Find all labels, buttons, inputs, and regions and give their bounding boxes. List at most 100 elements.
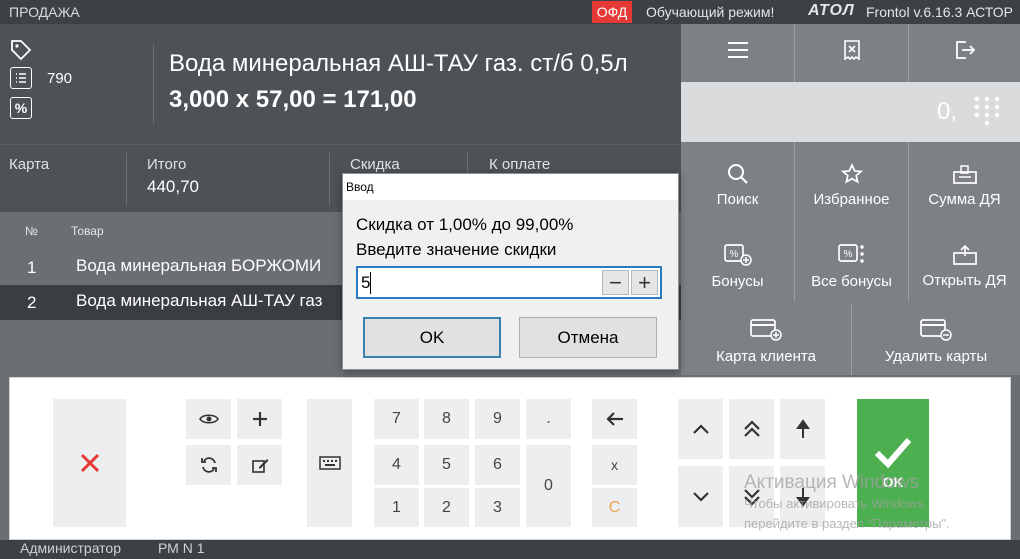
- client-card-button[interactable]: Карта клиента: [681, 310, 851, 372]
- dot-key[interactable]: .: [526, 399, 571, 439]
- function-panel: 0, Поиск Избранное Сумма ДЯ % Бонусы % В…: [681, 24, 1020, 375]
- delete-cards-label: Удалить карты: [884, 347, 988, 365]
- multiply-key[interactable]: x: [592, 445, 637, 485]
- pay-label: К оплате: [489, 156, 551, 173]
- version-label: Frontol v.6.16.3 АСТОР: [866, 4, 1013, 20]
- row-item-name: Вода минеральная АШ-ТАУ газ: [76, 291, 323, 310]
- add-card-icon: [750, 318, 782, 341]
- mode-label: ПРОДАЖА: [9, 4, 80, 20]
- star-icon: [840, 162, 863, 184]
- bonus-percent-icon: %: [723, 243, 752, 266]
- backspace-key[interactable]: [592, 399, 637, 439]
- sum-dya-button[interactable]: Сумма ДЯ: [909, 148, 1020, 222]
- remove-card-icon: [920, 318, 952, 341]
- up-key[interactable]: [678, 399, 723, 459]
- card-label: Карта: [9, 156, 50, 173]
- windows-activation-watermark: Активация Windows Чтобы активировать Win…: [744, 472, 950, 534]
- text-caret: [370, 272, 371, 294]
- digit-7-key[interactable]: 7: [374, 399, 419, 439]
- cancel-receipt-button[interactable]: [795, 24, 908, 82]
- discount-input[interactable]: 5 − +: [356, 266, 662, 299]
- terminal-label: РМ N 1: [158, 540, 205, 556]
- digit-2-key[interactable]: 2: [424, 488, 469, 527]
- divider: [153, 44, 154, 124]
- chevron-up-icon: [692, 424, 709, 434]
- logout-button[interactable]: [909, 24, 1020, 82]
- numpad-icon[interactable]: [973, 95, 1001, 132]
- favorites-label: Избранное: [813, 190, 890, 208]
- column-header-item: Товар: [71, 224, 104, 238]
- search-label: Поиск: [716, 190, 759, 208]
- dialog-range-text: Скидка от 1,00% до 99,00%: [356, 215, 574, 234]
- chevron-down-icon: [692, 491, 709, 502]
- digit-0-key[interactable]: 0: [526, 445, 571, 527]
- bottom-status-bar: Администратор РМ N 1: [0, 540, 1020, 559]
- refresh-key[interactable]: [186, 445, 231, 485]
- discount-label: Скидка: [350, 156, 400, 173]
- dialog-ok-button[interactable]: OK: [363, 317, 501, 358]
- page-up-key[interactable]: [729, 399, 774, 459]
- client-card-label: Карта клиента: [716, 347, 816, 365]
- open-dya-label: Открыть ДЯ: [922, 271, 1007, 289]
- dialog-cancel-button[interactable]: Отмена: [519, 317, 657, 358]
- top-key[interactable]: [780, 399, 825, 459]
- bonuses-button[interactable]: % Бонусы: [681, 230, 794, 302]
- watermark-title: Активация Windows: [744, 472, 920, 493]
- bonuses-label: Бонусы: [711, 272, 764, 290]
- menu-button[interactable]: [681, 24, 794, 82]
- double-chevron-up-icon: [743, 420, 760, 437]
- input-dialog: Ввод Скидка от 1,00% до 99,00% Введите з…: [342, 173, 679, 370]
- top-status-bar: ПРОДАЖА ОФД Обучающий режим! АТОЛ Fronto…: [0, 0, 1020, 24]
- cash-drawer-icon: [952, 164, 977, 184]
- refresh-icon: [200, 457, 217, 473]
- delete-cards-button[interactable]: Удалить карты: [852, 310, 1020, 372]
- digit-9-key[interactable]: 9: [475, 399, 520, 439]
- digit-3-key[interactable]: 3: [475, 488, 520, 527]
- digit-4-key[interactable]: 4: [374, 445, 419, 485]
- quantity-display: 0,: [681, 82, 1020, 142]
- ofd-badge: ОФД: [592, 1, 632, 23]
- user-label: Администратор: [20, 540, 122, 556]
- eye-icon: [198, 414, 219, 424]
- all-bonuses-button[interactable]: % Все бонусы: [795, 230, 908, 302]
- edit-icon: [251, 459, 268, 473]
- dialog-title: Ввод: [343, 174, 678, 200]
- increment-button[interactable]: +: [631, 270, 658, 295]
- row-number: 1: [27, 258, 37, 277]
- search-icon: [727, 163, 748, 184]
- digit-6-key[interactable]: 6: [475, 445, 520, 485]
- open-dya-button[interactable]: Открыть ДЯ: [909, 230, 1020, 302]
- percent-icon[interactable]: %: [10, 97, 32, 119]
- price-tag-icon[interactable]: [9, 38, 33, 67]
- search-button[interactable]: Поиск: [681, 148, 794, 222]
- total-label: Итого: [147, 156, 187, 173]
- cancel-receipt-icon: [843, 40, 860, 60]
- arrow-left-icon: [605, 412, 623, 426]
- keyboard-key[interactable]: [307, 399, 352, 527]
- all-bonuses-label: Все бонусы: [811, 272, 892, 290]
- digit-1-key[interactable]: 1: [374, 488, 419, 527]
- column-header-number: №: [25, 224, 38, 238]
- favorites-button[interactable]: Избранное: [795, 148, 908, 222]
- arrow-up-icon: [795, 419, 810, 438]
- quantity-value: 0,: [936, 98, 957, 125]
- divider: [126, 153, 127, 205]
- clear-key[interactable]: C: [592, 488, 637, 527]
- row-item-name: Вода минеральная БОРЖОМИ: [76, 256, 322, 275]
- checkmark-icon: [874, 438, 912, 468]
- digit-5-key[interactable]: 5: [424, 445, 469, 485]
- divider: [329, 153, 330, 205]
- add-key[interactable]: [237, 399, 282, 439]
- item-code: 790: [47, 70, 73, 87]
- card-field: Карта: [9, 156, 49, 173]
- edit-key[interactable]: [237, 445, 282, 485]
- cancel-key[interactable]: [53, 399, 126, 527]
- total-field: Итого 440,70: [147, 156, 199, 197]
- row-number: 2: [27, 293, 37, 312]
- digit-8-key[interactable]: 8: [424, 399, 469, 439]
- list-icon[interactable]: [10, 67, 32, 89]
- decrement-button[interactable]: −: [602, 270, 629, 295]
- down-key[interactable]: [678, 466, 723, 527]
- svg-text:%: %: [729, 249, 738, 260]
- view-key[interactable]: [186, 399, 231, 439]
